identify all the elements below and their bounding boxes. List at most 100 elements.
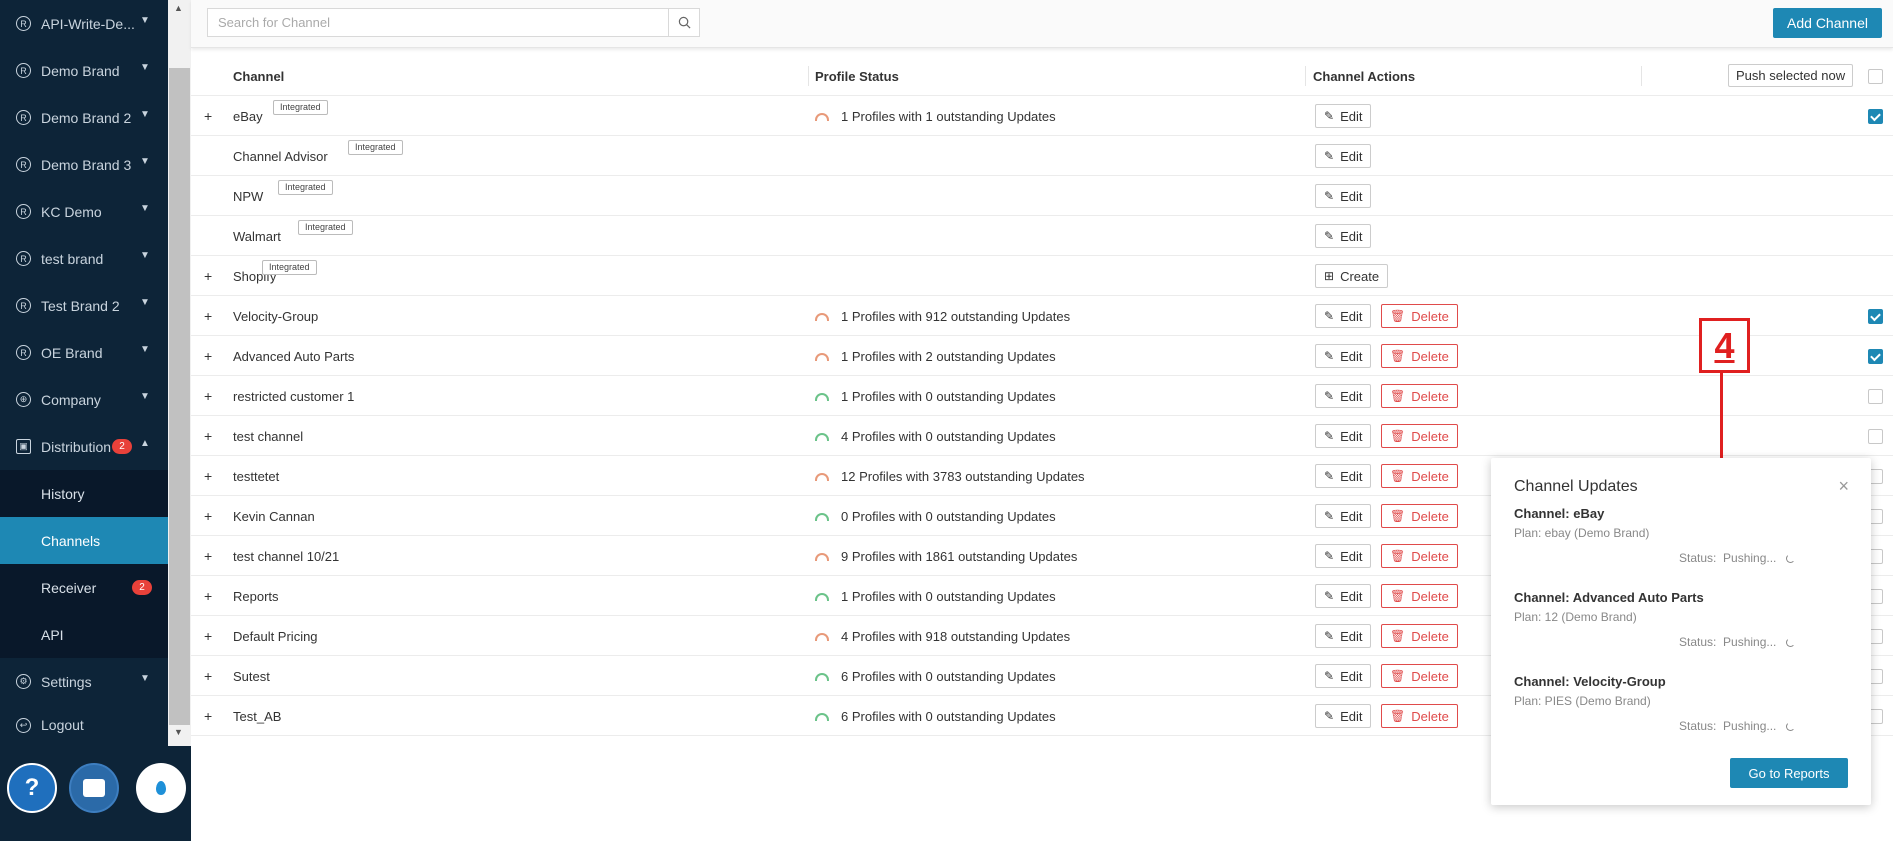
delete-button[interactable]: 🗑 Delete bbox=[1381, 464, 1458, 488]
scroll-down-arrow-icon[interactable]: ▼ bbox=[174, 727, 183, 737]
delete-button[interactable]: 🗑 Delete bbox=[1381, 544, 1458, 568]
sidebar-item-demo-brand-2[interactable]: R Demo Brand 2 ▼ bbox=[0, 94, 168, 141]
profile-status-text: 1 Profiles with 0 outstanding Updates bbox=[841, 589, 1056, 604]
search-input[interactable] bbox=[208, 9, 668, 36]
edit-button[interactable]: ✎ Edit bbox=[1315, 304, 1372, 328]
update-channel: Channel: Velocity-Group bbox=[1514, 674, 1666, 689]
delete-button[interactable]: 🗑 Delete bbox=[1381, 704, 1458, 728]
edit-button[interactable]: ✎ Edit bbox=[1315, 704, 1372, 728]
expand-icon[interactable]: + bbox=[204, 668, 212, 684]
edit-button[interactable]: ✎ Edit bbox=[1315, 224, 1372, 248]
trash-icon: 🗑 bbox=[1390, 349, 1406, 363]
create-button[interactable]: ⊞ Create bbox=[1315, 264, 1389, 288]
sidebar-item-settings[interactable]: ⚙ Settings ▼ bbox=[0, 658, 168, 705]
expand-icon[interactable]: + bbox=[204, 108, 212, 124]
sidebar-scrollbar[interactable]: ▲ ▼ bbox=[168, 0, 191, 746]
sidebar-item-demo-brand-3[interactable]: R Demo Brand 3 ▼ bbox=[0, 141, 168, 188]
edit-button[interactable]: ✎ Edit bbox=[1315, 584, 1372, 608]
expand-icon[interactable]: + bbox=[204, 308, 212, 324]
chat-button[interactable] bbox=[69, 763, 119, 813]
scroll-up-arrow-icon[interactable]: ▲ bbox=[174, 3, 183, 13]
delete-button[interactable]: 🗑 Delete bbox=[1381, 584, 1458, 608]
push-selected-button[interactable]: Push selected now bbox=[1728, 64, 1854, 87]
delete-button[interactable]: 🗑 Delete bbox=[1381, 664, 1458, 688]
search-button[interactable] bbox=[668, 9, 699, 36]
delete-button[interactable]: 🗑 Delete bbox=[1381, 624, 1458, 648]
select-all-checkbox[interactable] bbox=[1868, 69, 1883, 84]
edit-button[interactable]: ✎ Edit bbox=[1315, 544, 1372, 568]
delete-button[interactable]: 🗑 Delete bbox=[1381, 504, 1458, 528]
sidebar-item-channels[interactable]: Channels bbox=[0, 517, 168, 564]
profile-status: 1 Profiles with 2 outstanding Updates bbox=[815, 349, 1056, 364]
sidebar-item-kc-demo[interactable]: R KC Demo ▼ bbox=[0, 188, 168, 235]
channel-name: Walmart bbox=[233, 229, 281, 244]
sidebar-item-test-brand[interactable]: Rtest brand ▼ bbox=[0, 235, 168, 282]
expand-icon[interactable]: + bbox=[204, 428, 212, 444]
scroll-thumb[interactable] bbox=[169, 68, 190, 725]
row-checkbox[interactable] bbox=[1868, 309, 1883, 324]
edit-button[interactable]: ✎ Edit bbox=[1315, 344, 1372, 368]
edit-button[interactable]: ✎ Edit bbox=[1315, 384, 1372, 408]
channel-name: Reports bbox=[233, 589, 279, 604]
add-channel-button[interactable]: Add Channel bbox=[1773, 8, 1882, 38]
row-checkbox[interactable] bbox=[1868, 389, 1883, 404]
sidebar-item-api-write[interactable]: R API-Write-De... ▼ bbox=[0, 0, 168, 47]
sidebar-item-oe-brand[interactable]: R OE Brand ▼ bbox=[0, 329, 168, 376]
location-button[interactable] bbox=[136, 763, 186, 813]
edit-button[interactable]: ✎ Edit bbox=[1315, 104, 1372, 128]
sidebar-item-receiver[interactable]: Receiver 2 bbox=[0, 564, 168, 611]
integrated-tag: Integrated bbox=[298, 220, 353, 235]
delete-button[interactable]: 🗑 Delete bbox=[1381, 424, 1458, 448]
channel-name: eBay bbox=[233, 109, 263, 124]
expand-icon[interactable]: + bbox=[204, 588, 212, 604]
sidebar-item-api[interactable]: API bbox=[0, 611, 168, 658]
profile-status: 1 Profiles with 0 outstanding Updates bbox=[815, 389, 1056, 404]
sidebar-item-distribution[interactable]: ▣ Distribution 2 ▲ bbox=[0, 423, 168, 470]
expand-icon[interactable]: + bbox=[204, 268, 212, 284]
edit-button[interactable]: ✎ Edit bbox=[1315, 664, 1372, 688]
profile-status-text: 0 Profiles with 0 outstanding Updates bbox=[841, 509, 1056, 524]
sidebar-item-logout[interactable]: ↩ Logout bbox=[0, 705, 168, 745]
sidebar-item-label: Demo Brand bbox=[41, 62, 120, 79]
expand-icon[interactable]: + bbox=[204, 708, 212, 724]
close-icon[interactable]: × bbox=[1838, 476, 1849, 497]
delete-button[interactable]: 🗑 Delete bbox=[1381, 384, 1458, 408]
chevron-down-icon: ▼ bbox=[140, 250, 150, 261]
row-checkbox[interactable] bbox=[1868, 109, 1883, 124]
edit-label: Edit bbox=[1340, 588, 1363, 604]
edit-button[interactable]: ✎ Edit bbox=[1315, 144, 1372, 168]
expand-icon[interactable]: + bbox=[204, 548, 212, 564]
receiver-badge: 2 bbox=[132, 580, 152, 595]
update-status-text: Status: Pushing... bbox=[1679, 719, 1777, 733]
sidebar-item-demo-brand[interactable]: R Demo Brand ▼ bbox=[0, 47, 168, 94]
delete-button[interactable]: 🗑 Delete bbox=[1381, 344, 1458, 368]
edit-button[interactable]: ✎ Edit bbox=[1315, 504, 1372, 528]
integrated-tag: Integrated bbox=[348, 140, 403, 155]
trash-icon: 🗑 bbox=[1390, 389, 1406, 403]
go-to-reports-button[interactable]: Go to Reports bbox=[1730, 758, 1848, 788]
gauge-icon bbox=[815, 352, 829, 361]
expand-icon[interactable]: + bbox=[204, 348, 212, 364]
edit-button[interactable]: ✎ Edit bbox=[1315, 464, 1372, 488]
expand-icon[interactable]: + bbox=[204, 388, 212, 404]
edit-button[interactable]: ✎ Edit bbox=[1315, 184, 1372, 208]
profile-status: 4 Profiles with 918 outstanding Updates bbox=[815, 629, 1070, 644]
row-checkbox[interactable] bbox=[1868, 349, 1883, 364]
sidebar-item-test-brand-2[interactable]: R Test Brand 2 ▼ bbox=[0, 282, 168, 329]
channel-name: Sutest bbox=[233, 669, 270, 684]
chevron-down-icon: ▼ bbox=[140, 156, 150, 167]
edit-button[interactable]: ✎ Edit bbox=[1315, 424, 1372, 448]
edit-label: Edit bbox=[1340, 188, 1363, 204]
sidebar-item-history[interactable]: History bbox=[0, 470, 168, 517]
sidebar-item-company[interactable]: ⊕ Company ▼ bbox=[0, 376, 168, 423]
expand-icon[interactable]: + bbox=[204, 468, 212, 484]
expand-icon[interactable]: + bbox=[204, 508, 212, 524]
help-button[interactable]: ? bbox=[7, 763, 57, 813]
row-checkbox[interactable] bbox=[1868, 429, 1883, 444]
pencil-icon: ✎ bbox=[1324, 509, 1335, 523]
profile-status: 12 Profiles with 3783 outstanding Update… bbox=[815, 469, 1085, 484]
edit-button[interactable]: ✎ Edit bbox=[1315, 624, 1372, 648]
chevron-down-icon: ▼ bbox=[140, 344, 150, 355]
expand-icon[interactable]: + bbox=[204, 628, 212, 644]
delete-button[interactable]: 🗑 Delete bbox=[1381, 304, 1458, 328]
